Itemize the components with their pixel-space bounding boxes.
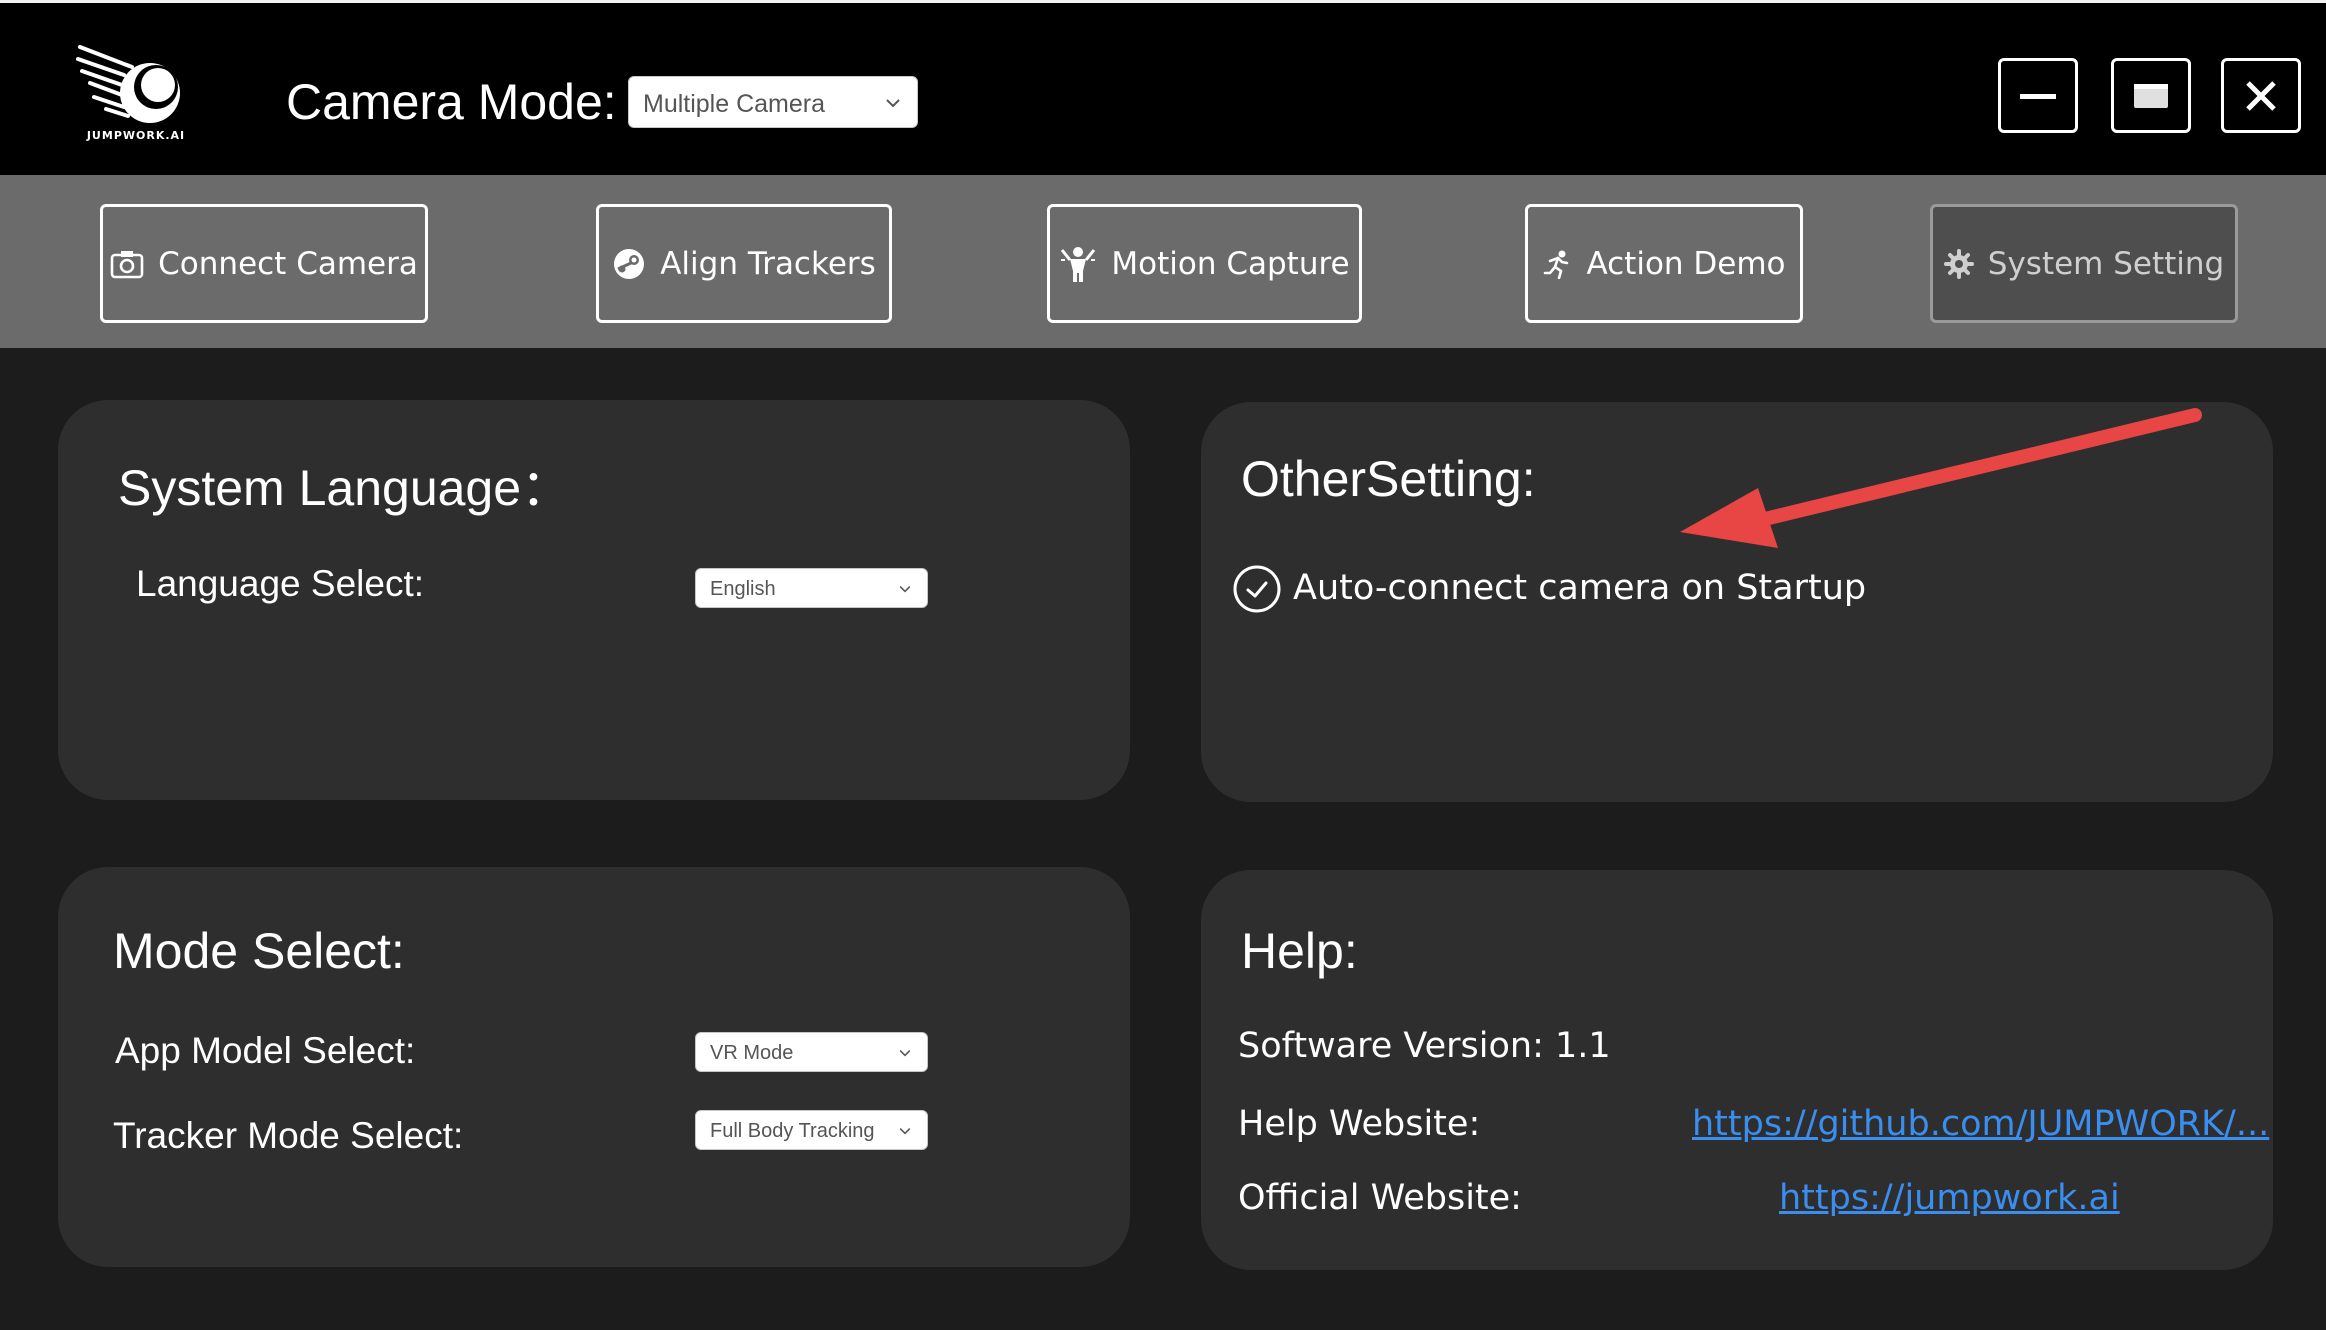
main-toolbar: Connect Camera Align Trackers Motion Cap…	[0, 175, 2326, 348]
help-website-link[interactable]: https://github.com/JUMPWORK/...	[1692, 1104, 2269, 1144]
chevron-down-icon	[886, 99, 900, 108]
camera-icon	[110, 250, 144, 278]
tracker-mode-value: Full Body Tracking	[710, 1120, 875, 1142]
connect-camera-button[interactable]: Connect Camera	[100, 204, 428, 323]
close-icon	[2246, 81, 2276, 111]
app-model-dropdown[interactable]: VR Mode	[695, 1032, 928, 1072]
software-version-text: Software Version: 1.1	[1238, 1026, 1611, 1066]
steam-icon	[614, 248, 645, 279]
gear-icon	[1943, 248, 1974, 279]
official-website-label: Official Website:	[1238, 1178, 1522, 1218]
camera-mode-value: Multiple Camera	[643, 90, 826, 118]
connect-camera-label: Connect Camera	[158, 245, 418, 282]
auto-connect-label[interactable]: Auto-connect camera on Startup	[1293, 568, 1866, 608]
help-title: Help:	[1241, 923, 1358, 979]
camera-mode-label: Camera Mode:	[286, 74, 617, 130]
system-language-title: System Language：	[118, 460, 572, 516]
tracker-mode-label: Tracker Mode Select:	[113, 1115, 464, 1156]
minimize-button[interactable]	[1998, 58, 2078, 133]
help-website-label: Help Website:	[1238, 1104, 1481, 1144]
chevron-down-icon	[899, 1128, 911, 1135]
tracker-mode-dropdown[interactable]: Full Body Tracking	[695, 1110, 928, 1150]
language-dropdown[interactable]: English	[695, 568, 928, 608]
comet-logo-icon	[76, 45, 180, 123]
chevron-down-icon	[899, 1050, 911, 1057]
system-language-panel: System Language： Language Select: Englis…	[58, 400, 1130, 800]
checkmark-circle-icon[interactable]	[1232, 564, 1282, 614]
align-trackers-button[interactable]: Align Trackers	[596, 204, 892, 323]
maximize-button[interactable]	[2111, 58, 2191, 133]
app-model-label: App Model Select:	[115, 1030, 416, 1071]
action-demo-button[interactable]: Action Demo	[1525, 204, 1803, 323]
app-model-value: VR Mode	[710, 1042, 794, 1064]
maximize-icon	[2134, 84, 2168, 108]
other-setting-title: OtherSetting:	[1241, 451, 1536, 507]
system-setting-button[interactable]: System Setting	[1930, 204, 2238, 323]
motion-capture-button[interactable]: Motion Capture	[1047, 204, 1362, 323]
close-button[interactable]	[2221, 58, 2301, 133]
title-bar: JUMPWORK.AI Camera Mode: Multiple Camera	[0, 0, 2326, 175]
motion-capture-label: Motion Capture	[1111, 245, 1350, 282]
align-trackers-label: Align Trackers	[660, 245, 876, 282]
mode-select-title: Mode Select:	[113, 923, 405, 979]
language-select-label: Language Select:	[136, 563, 425, 604]
jumpwork-logo: JUMPWORK.AI	[72, 41, 200, 149]
chevron-down-icon	[899, 586, 911, 593]
minimize-icon	[2020, 94, 2056, 99]
action-demo-label: Action Demo	[1586, 245, 1786, 282]
annotation-arrow	[1680, 408, 2202, 548]
system-setting-label: System Setting	[1987, 245, 2225, 282]
official-website-link[interactable]: https://jumpwork.ai	[1779, 1178, 2120, 1218]
logo-text: JUMPWORK.AI	[86, 129, 186, 142]
help-panel: Help: Software Version: 1.1 Help Website…	[1201, 870, 2273, 1270]
running-person-icon	[1544, 250, 1569, 279]
camera-mode-dropdown[interactable]: Multiple Camera	[628, 76, 918, 128]
mode-select-panel: Mode Select: App Model Select: VR Mode T…	[58, 867, 1130, 1267]
language-value: English	[710, 578, 776, 600]
person-motion-icon	[1061, 246, 1096, 282]
